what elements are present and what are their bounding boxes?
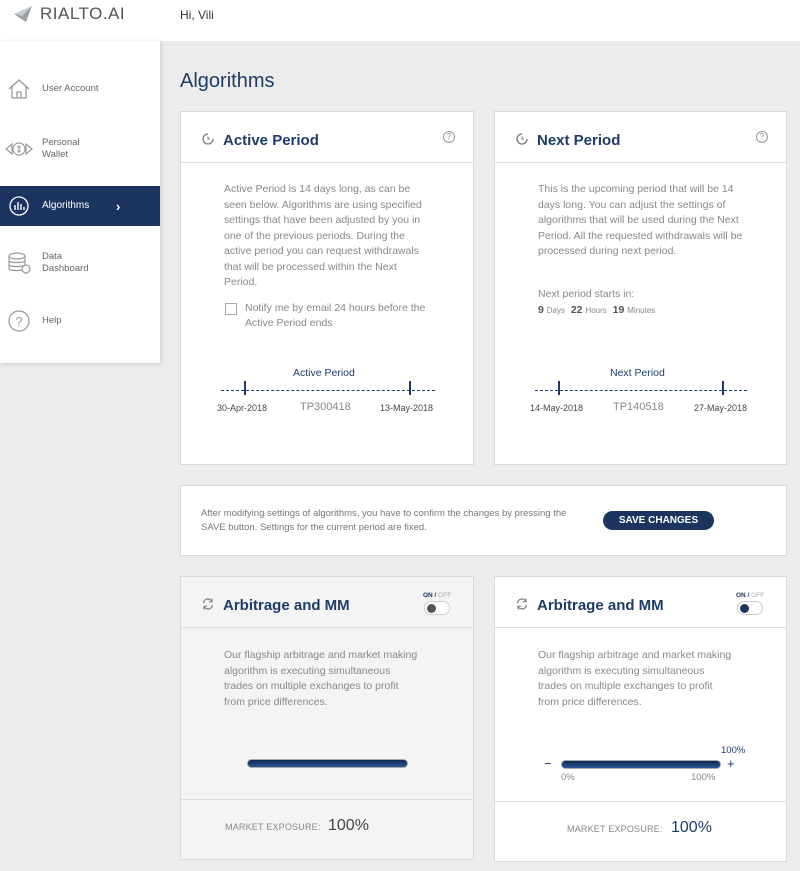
save-changes-button[interactable]: SAVE CHANGES xyxy=(603,511,714,530)
help-icon[interactable]: ? xyxy=(443,131,455,143)
save-changes-panel: After modifying settings of algorithms, … xyxy=(180,485,787,556)
slider-decrease-button[interactable]: − xyxy=(544,756,552,771)
timeline-line xyxy=(221,390,435,391)
card-title: Arbitrage and MM xyxy=(223,597,350,614)
card-description: Our flagship arbitrage and market making… xyxy=(224,649,418,708)
card-description: Active Period is 14 days long, as can be… xyxy=(224,183,422,288)
sidebar-item-personal-wallet[interactable]: Personal Wallet xyxy=(0,129,160,169)
timeline-start-tick xyxy=(244,381,246,395)
countdown-days-unit: Days xyxy=(546,306,565,315)
card-header: Arbitrage and MM ON / OFF xyxy=(495,577,786,628)
sidebar-item-label: Personal Wallet xyxy=(42,137,80,160)
refresh-icon xyxy=(202,598,214,610)
timeline-line xyxy=(535,390,747,391)
market-exposure-value: 100% xyxy=(328,817,369,834)
algorithms-icon xyxy=(4,191,34,221)
exposure-bar xyxy=(247,759,408,768)
clock-icon xyxy=(516,133,528,145)
timeline-start-date: 30-Apr-2018 xyxy=(217,403,268,413)
sidebar-item-help[interactable]: ? Help xyxy=(0,301,160,341)
timeline-start-date: 14-May-2018 xyxy=(530,403,584,413)
sidebar-item-label: User Account xyxy=(42,83,99,94)
algorithm-card-active-period: Arbitrage and MM ON / OFF Our flagship a… xyxy=(180,576,474,860)
card-footer: MARKET EXPOSURE: 100% xyxy=(495,801,786,861)
notify-checkbox[interactable] xyxy=(225,303,237,315)
timeline-period-code: TP300418 xyxy=(300,401,351,413)
countdown-hours: 22 xyxy=(570,304,583,316)
page-title: Algorithms xyxy=(180,70,275,92)
toggle-knob xyxy=(427,604,436,613)
logo[interactable]: RIALTO.AI xyxy=(12,4,125,24)
logo-text: RIALTO.AI xyxy=(40,4,126,23)
market-exposure-label: MARKET EXPOSURE: xyxy=(225,822,321,832)
slider-value-label: 100% xyxy=(721,745,746,756)
countdown-days: 9 xyxy=(538,304,544,316)
timeline-period-code: TP140518 xyxy=(613,401,664,413)
card-description: This is the upcoming period that will be… xyxy=(538,183,743,257)
database-icon xyxy=(4,248,34,278)
sidebar-item-label: Algorithms xyxy=(42,200,90,211)
card-title: Next Period xyxy=(537,132,621,149)
sidebar-item-label: Data Dashboard xyxy=(42,251,89,274)
refresh-icon xyxy=(516,598,528,610)
timeline-end-tick xyxy=(722,381,724,395)
active-period-card: Active Period ? Active Period is 14 days… xyxy=(180,111,474,465)
slider-increase-button[interactable]: + xyxy=(727,756,735,771)
sidebar-item-label: Help xyxy=(42,315,62,326)
timeline-end-date: 13-May-2018 xyxy=(380,403,434,413)
algorithm-card-next-period: Arbitrage and MM ON / OFF Our flagship a… xyxy=(494,576,787,862)
slider-max-label: 100% xyxy=(691,772,716,783)
countdown-minutes-unit: Minutes xyxy=(627,306,656,315)
greeting: Hi, Vili xyxy=(180,8,214,22)
chevron-right-icon: › xyxy=(116,198,121,214)
help-icon[interactable]: ? xyxy=(756,131,768,143)
market-exposure-value: 100% xyxy=(671,819,712,836)
timeline-end-tick xyxy=(409,381,411,395)
card-title: Active Period xyxy=(223,132,319,149)
timeline-title: Active Period xyxy=(293,367,355,379)
clock-icon xyxy=(202,133,214,145)
toggle-knob xyxy=(740,604,749,613)
countdown-hours-unit: Hours xyxy=(585,306,607,315)
home-icon xyxy=(4,74,34,104)
slider-min-label: 0% xyxy=(561,772,575,783)
on-off-label: ON / OFF xyxy=(736,592,765,599)
wallet-icon xyxy=(4,134,34,164)
sidebar-item-user-account[interactable]: User Account xyxy=(0,69,160,109)
card-footer: MARKET EXPOSURE: 100% xyxy=(181,799,473,859)
on-label: ON xyxy=(736,592,746,599)
sidebar: User Account Personal Wallet Algorithms … xyxy=(0,41,160,363)
timeline-end-date: 27-May-2018 xyxy=(694,403,748,413)
timeline-start-tick xyxy=(558,381,560,395)
logo-plane-icon xyxy=(14,6,32,22)
next-period-starts-label: Next period starts in: xyxy=(538,288,635,300)
card-header: Next Period ? xyxy=(495,112,786,163)
card-title: Arbitrage and MM xyxy=(537,597,664,614)
exposure-slider[interactable] xyxy=(561,760,721,769)
off-label: OFF xyxy=(438,592,452,599)
card-header: Active Period ? xyxy=(181,112,473,163)
on-off-label: ON / OFF xyxy=(423,592,452,599)
card-header: Arbitrage and MM ON / OFF xyxy=(181,577,473,628)
algorithm-toggle[interactable] xyxy=(737,601,763,615)
next-period-countdown: 9 Days 22 Hours 19 Minutes xyxy=(538,304,655,316)
sidebar-item-algorithms[interactable]: Algorithms › xyxy=(0,186,160,226)
card-description: Our flagship arbitrage and market making… xyxy=(538,649,732,708)
countdown-minutes: 19 xyxy=(612,304,625,316)
sidebar-item-data-dashboard[interactable]: Data Dashboard xyxy=(0,243,160,283)
market-exposure-label: MARKET EXPOSURE: xyxy=(567,824,663,834)
on-label: ON xyxy=(423,592,433,599)
save-instructions: After modifying settings of algorithms, … xyxy=(201,508,567,533)
top-bar: RIALTO.AI Hi, Vili xyxy=(0,0,800,41)
svg-text:?: ? xyxy=(15,314,22,329)
help-icon: ? xyxy=(4,306,34,336)
next-period-card: Next Period ? This is the upcoming perio… xyxy=(494,111,787,465)
notify-checkbox-label: Notify me by email 24 hours before the A… xyxy=(245,302,426,329)
exposure-bar-fill xyxy=(248,760,407,767)
algorithm-toggle[interactable] xyxy=(424,601,450,615)
off-label: OFF xyxy=(751,592,765,599)
exposure-slider-fill xyxy=(562,761,720,768)
timeline-title: Next Period xyxy=(610,367,665,379)
